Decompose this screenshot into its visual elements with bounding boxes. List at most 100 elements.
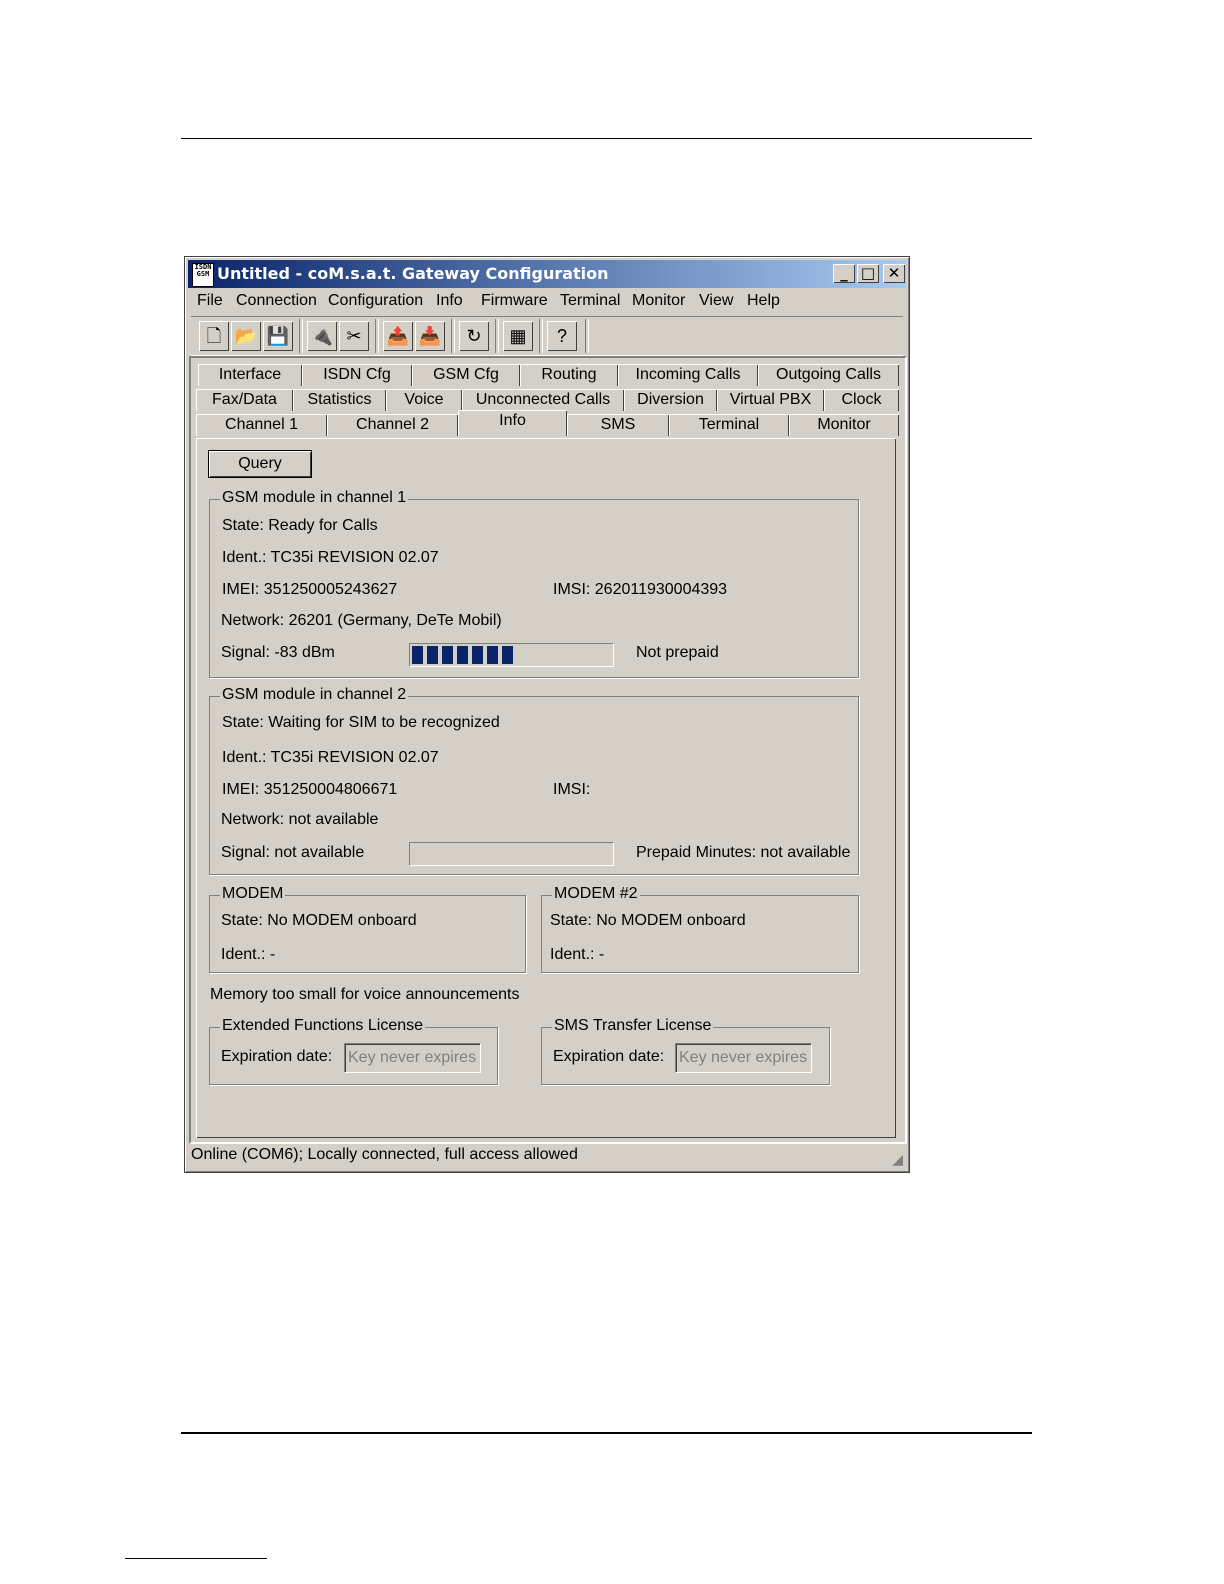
tab-channel-1[interactable]: Channel 1 (196, 414, 327, 436)
save-disk-icon[interactable]: 💾 (263, 321, 293, 351)
signal-bar-chunk (472, 646, 483, 664)
tab-routing[interactable]: Routing (520, 364, 618, 386)
info-panel: Query GSM module in channel 1 State: Rea… (196, 438, 896, 1138)
tab-info[interactable]: Info (458, 410, 567, 436)
app-icon[interactable]: ISDN GSM (192, 263, 214, 287)
title-bar[interactable]: ISDN GSM Untitled - coM.s.a.t. Gateway C… (188, 260, 906, 288)
menu-help[interactable]: Help (747, 292, 780, 310)
gsm-module-1-group: GSM module in channel 1 State: Ready for… (209, 489, 859, 678)
disconnect-icon[interactable]: ✂ (339, 321, 369, 351)
gsm-module-2-group: GSM module in channel 2 State: Waiting f… (209, 686, 859, 875)
upload-config-icon[interactable]: 📤 (383, 321, 413, 351)
modem-2-group: MODEM #2 State: No MODEM onboard Ident.:… (541, 885, 859, 973)
tab-outgoing-calls[interactable]: Outgoing Calls (758, 364, 899, 386)
menu-monitor[interactable]: Monitor (632, 292, 685, 310)
sms-transfer-license-group: SMS Transfer License Expiration date: Ke… (541, 1017, 830, 1085)
page-footer-rule (181, 1432, 1032, 1434)
toolbar-separator (585, 319, 589, 353)
tab-unconnected-calls[interactable]: Unconnected Calls (462, 389, 624, 411)
new-document-icon[interactable]: 🗋 (199, 321, 229, 351)
modem-title: MODEM (220, 885, 286, 903)
menu-configuration[interactable]: Configuration (328, 292, 423, 310)
app-window: ISDN GSM Untitled - coM.s.a.t. Gateway C… (184, 256, 910, 1173)
refresh-icon[interactable]: ↻ (459, 321, 489, 351)
gsm2-signal-bar (409, 842, 614, 866)
gsm-module-2-title: GSM module in channel 2 (220, 686, 409, 704)
gsm1-network: Network: 26201 (Germany, DeTe Mobil) (221, 612, 502, 629)
ext-license-expiration-label: Expiration date: (221, 1048, 333, 1065)
tab-statistics[interactable]: Statistics (293, 389, 386, 411)
gsm-module-1-title: GSM module in channel 1 (220, 489, 409, 507)
sms-transfer-license-title: SMS Transfer License (552, 1017, 714, 1035)
tab-voice[interactable]: Voice (386, 389, 462, 411)
modem-state: State: No MODEM onboard (221, 912, 417, 929)
gsm2-prepaid: Prepaid Minutes: not available (636, 844, 851, 861)
signal-bar-chunk (442, 646, 453, 664)
query-button[interactable]: Query (209, 451, 311, 477)
status-bar: Online (COM6); Locally connected, full a… (189, 1143, 905, 1169)
toolbar: 🗋 📂 💾 🔌 ✂ 📤 📥 ↻ ▦ ? (191, 316, 903, 356)
gsm2-state: State: Waiting for SIM to be recognized (222, 714, 500, 731)
toolbar-separator (495, 319, 499, 353)
modem-2-state: State: No MODEM onboard (550, 912, 746, 929)
sms-license-expiration-field[interactable]: Key never expires (675, 1043, 812, 1073)
gsm2-imsi: IMSI: (553, 781, 591, 798)
sms-license-expiration-label: Expiration date: (553, 1048, 665, 1065)
signal-bar-chunk (487, 646, 498, 664)
extended-functions-license-group: Extended Functions License Expiration da… (209, 1017, 498, 1085)
signal-bar-chunk (427, 646, 438, 664)
menu-firmware[interactable]: Firmware (481, 292, 548, 310)
gsm1-prepaid: Not prepaid (636, 644, 719, 661)
ext-license-expiration-field[interactable]: Key never expires (344, 1043, 481, 1073)
modem-ident: Ident.: - (221, 946, 276, 963)
toolbar-separator (451, 319, 455, 353)
gsm1-signal-bar (409, 643, 614, 667)
tab-gsm-cfg[interactable]: GSM Cfg (412, 364, 520, 386)
menu-bar: File Connection Configuration Info Firmw… (189, 290, 905, 314)
toolbar-separator (375, 319, 379, 353)
tab-sms[interactable]: SMS (567, 414, 669, 436)
menu-info[interactable]: Info (436, 292, 463, 310)
minimize-button[interactable]: _ (833, 264, 855, 283)
signal-bar-chunk (457, 646, 468, 664)
toolbar-separator (299, 319, 303, 353)
memory-note: Memory too small for voice announcements (210, 986, 520, 1003)
tab-control: Interface ISDN Cfg GSM Cfg Routing Incom… (189, 356, 907, 1144)
maximize-button[interactable]: □ (857, 264, 879, 283)
gsm2-ident: Ident.: TC35i REVISION 02.07 (222, 749, 439, 766)
tab-fax-data[interactable]: Fax/Data (196, 389, 293, 411)
gsm2-signal: Signal: not available (221, 844, 365, 861)
tab-incoming-calls[interactable]: Incoming Calls (618, 364, 758, 386)
tab-diversion[interactable]: Diversion (624, 389, 717, 411)
tab-virtual-pbx[interactable]: Virtual PBX (717, 389, 824, 411)
gsm1-signal: Signal: -83 dBm (221, 644, 335, 661)
help-icon[interactable]: ? (547, 321, 577, 351)
menu-terminal[interactable]: Terminal (560, 292, 620, 310)
tab-terminal[interactable]: Terminal (669, 414, 789, 436)
connect-icon[interactable]: 🔌 (307, 321, 337, 351)
firmware-chip-icon[interactable]: ▦ (503, 321, 533, 351)
menu-view[interactable]: View (699, 292, 733, 310)
tab-clock[interactable]: Clock (824, 389, 899, 411)
gsm1-state: State: Ready for Calls (222, 517, 378, 534)
modem-group: MODEM State: No MODEM onboard Ident.: - (209, 885, 526, 973)
window-title: Untitled - coM.s.a.t. Gateway Configurat… (217, 264, 609, 283)
tab-isdn-cfg[interactable]: ISDN Cfg (302, 364, 412, 386)
tab-interface[interactable]: Interface (198, 364, 302, 386)
gsm2-imei: IMEI: 351250004806671 (222, 781, 398, 798)
open-folder-icon[interactable]: 📂 (231, 321, 261, 351)
page-header-rule (181, 138, 1032, 139)
download-config-icon[interactable]: 📥 (415, 321, 445, 351)
menu-file[interactable]: File (197, 292, 223, 310)
footnote-rule (125, 1558, 267, 1559)
gsm1-ident: Ident.: TC35i REVISION 02.07 (222, 549, 439, 566)
menu-connection[interactable]: Connection (236, 292, 317, 310)
gsm1-imsi: IMSI: 262011930004393 (553, 581, 728, 598)
tab-channel-2[interactable]: Channel 2 (327, 414, 458, 436)
status-text: Online (COM6); Locally connected, full a… (191, 1146, 578, 1163)
tab-monitor[interactable]: Monitor (789, 414, 899, 436)
gsm2-network: Network: not available (221, 811, 379, 828)
modem-2-ident: Ident.: - (550, 946, 605, 963)
resize-grip-icon[interactable]: ◢ (887, 1151, 903, 1167)
close-button[interactable]: ✕ (883, 264, 905, 283)
